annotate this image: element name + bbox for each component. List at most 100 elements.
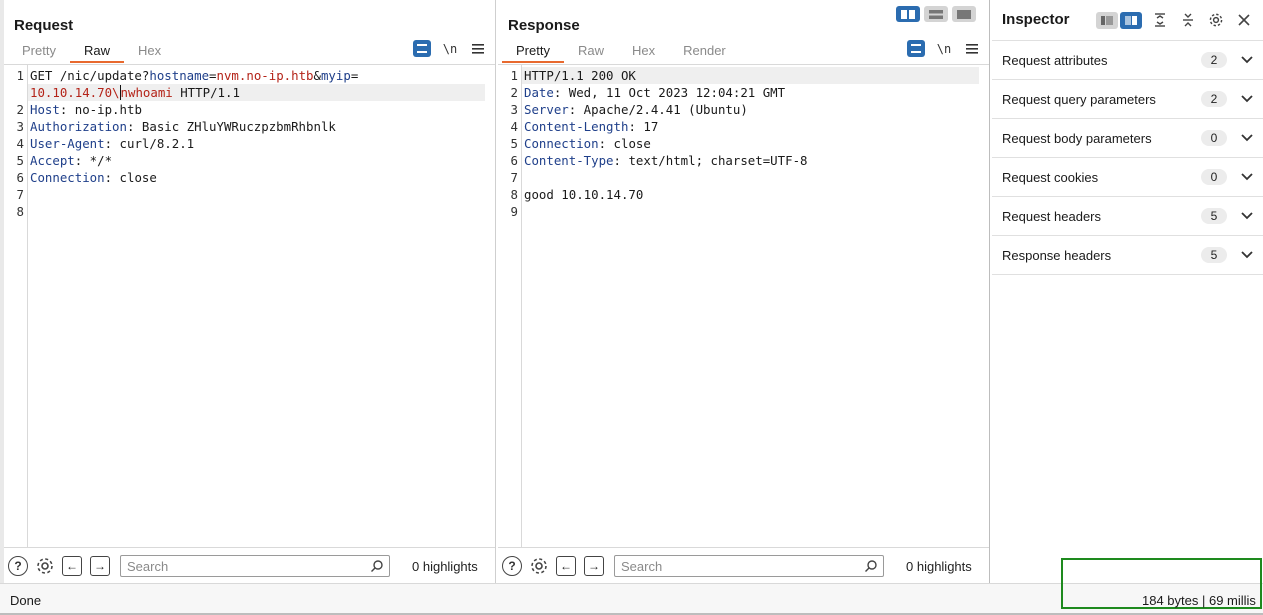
code-token: Server <box>524 102 569 117</box>
response-search[interactable] <box>614 555 884 577</box>
request-search[interactable] <box>120 555 390 577</box>
response-panel: Response Pretty Raw Hex Render \n 1 HTTP/1.1… <box>498 0 990 583</box>
inspector-section-request-headers[interactable]: Request headers 5 <box>992 197 1263 236</box>
chevron-down-icon[interactable] <box>1241 54 1253 66</box>
code-line: 10.10.14.70\nwhoami HTTP/1.1 <box>4 84 485 101</box>
inspector-section-response-headers[interactable]: Response headers 5 <box>992 236 1263 275</box>
inspector-section-request-body-parameters[interactable]: Request body parameters 0 <box>992 119 1263 158</box>
layout-side-by-side-icon[interactable] <box>896 6 920 22</box>
request-tab-pretty[interactable]: Pretty <box>8 41 70 63</box>
line-text: Connection: close <box>28 169 485 186</box>
request-search-input[interactable] <box>127 558 371 574</box>
line-number: 3 <box>16 119 24 134</box>
request-tabs: Pretty Raw Hex <box>8 41 175 63</box>
gear-icon[interactable] <box>34 555 56 577</box>
code-token: myip <box>320 68 351 83</box>
code-token: n <box>119 85 128 100</box>
help-icon[interactable]: ? <box>8 556 28 576</box>
chevron-down-icon[interactable] <box>1241 93 1253 105</box>
count-badge: 5 <box>1201 208 1227 224</box>
count-badge: 5 <box>1201 247 1227 263</box>
expand-icon[interactable] <box>1150 11 1170 29</box>
chevron-down-icon[interactable] <box>1241 249 1253 261</box>
wrap-icon[interactable] <box>907 40 925 57</box>
code-token: Connection <box>30 170 105 185</box>
menu-icon[interactable] <box>469 40 487 57</box>
line-number: 2 <box>16 102 24 117</box>
code-token: GET /nic/update? <box>30 68 150 83</box>
inspector-section-label: Request query parameters <box>1002 91 1156 107</box>
arrow-right-icon[interactable]: → <box>584 556 604 576</box>
code-line: 3 Server: Apache/2.4.41 (Ubuntu) <box>498 101 979 118</box>
line-number: 8 <box>510 187 518 202</box>
line-text: GET /nic/update?hostname=nvm.no-ip.htb&m… <box>28 67 485 84</box>
layout-toggle <box>896 6 976 22</box>
line-number: 8 <box>16 204 24 219</box>
response-size-time: 184 bytes | 69 millis <box>1142 593 1256 608</box>
code-line: 6 Connection: close <box>4 169 485 186</box>
inspector-layout-left-icon[interactable] <box>1096 11 1118 29</box>
response-tab-hex[interactable]: Hex <box>618 41 669 63</box>
line-text: Date: Wed, 11 Oct 2023 12:04:21 GMT <box>522 84 979 101</box>
code-token: HTTP/1.1 <box>172 85 240 100</box>
line-text: User-Agent: curl/8.2.1 <box>28 135 485 152</box>
menu-icon[interactable] <box>963 40 981 57</box>
response-tab-raw[interactable]: Raw <box>564 41 618 63</box>
line-number: 5 <box>16 153 24 168</box>
response-tab-render[interactable]: Render <box>669 41 740 63</box>
inspector-section-request-attributes[interactable]: Request attributes 2 <box>992 41 1263 80</box>
line-text <box>522 203 979 220</box>
code-line: 9 <box>498 203 979 220</box>
line-text <box>28 203 485 220</box>
inspector-title: Inspector <box>1002 11 1070 28</box>
response-tab-pretty[interactable]: Pretty <box>502 41 564 63</box>
help-icon[interactable]: ? <box>502 556 522 576</box>
newline-icon[interactable]: \n <box>935 40 953 57</box>
response-search-input[interactable] <box>621 558 865 574</box>
arrow-left-icon[interactable]: ← <box>556 556 576 576</box>
request-tools: \n <box>413 40 487 57</box>
code-token: & <box>313 68 321 83</box>
code-token: whoami <box>128 85 173 100</box>
chevron-down-icon[interactable] <box>1241 210 1253 222</box>
newline-icon[interactable]: \n <box>441 40 459 57</box>
gear-icon[interactable] <box>1206 11 1226 29</box>
line-text <box>522 169 979 186</box>
close-icon[interactable] <box>1234 11 1254 29</box>
code-token: HTTP/1.1 200 OK <box>524 68 636 83</box>
request-lines: 1 GET /nic/update?hostname=nvm.no-ip.htb&… <box>4 67 485 220</box>
code-token: Content-Type <box>524 153 614 168</box>
code-token: : */* <box>74 153 113 168</box>
request-editor[interactable]: 1 GET /nic/update?hostname=nvm.no-ip.htb&… <box>4 64 495 548</box>
response-tabs: Pretty Raw Hex Render <box>502 41 740 63</box>
code-token: Authorization <box>30 119 127 134</box>
gear-icon[interactable] <box>528 555 550 577</box>
chevron-down-icon[interactable] <box>1241 171 1253 183</box>
inspector-section-request-cookies[interactable]: Request cookies 0 <box>992 158 1263 197</box>
layout-stacked-icon[interactable] <box>924 6 948 22</box>
chevron-down-icon[interactable] <box>1241 132 1253 144</box>
inspector-section-label: Request body parameters <box>1002 130 1152 146</box>
layout-tabs-icon[interactable] <box>952 6 976 22</box>
code-token: Content-Length <box>524 119 629 134</box>
count-badge: 2 <box>1201 91 1227 107</box>
code-token: nvm.no-ip.htb <box>216 68 314 83</box>
request-search-bar: ? ← → 0 highlights <box>4 552 495 580</box>
code-token: : 17 <box>628 119 659 134</box>
arrow-right-icon[interactable]: → <box>90 556 110 576</box>
line-text: Connection: close <box>522 135 979 152</box>
response-tools: \n <box>907 40 981 57</box>
code-line: 4 User-Agent: curl/8.2.1 <box>4 135 485 152</box>
code-line: 2 Host: no-ip.htb <box>4 101 485 118</box>
arrow-left-icon[interactable]: ← <box>62 556 82 576</box>
search-icon <box>865 560 877 572</box>
response-editor[interactable]: 1 HTTP/1.1 200 OK 2 Date: Wed, 11 Oct 2023 … <box>498 64 989 548</box>
wrap-icon[interactable] <box>413 40 431 57</box>
inspector-layout-right-icon[interactable] <box>1120 11 1142 29</box>
inspector-section-request-query-parameters[interactable]: Request query parameters 2 <box>992 80 1263 119</box>
request-tab-raw[interactable]: Raw <box>69 41 124 63</box>
request-tab-hex[interactable]: Hex <box>124 41 175 63</box>
code-token: User-Agent <box>30 136 105 151</box>
status-text: Done <box>10 593 42 608</box>
collapse-icon[interactable] <box>1178 11 1198 29</box>
